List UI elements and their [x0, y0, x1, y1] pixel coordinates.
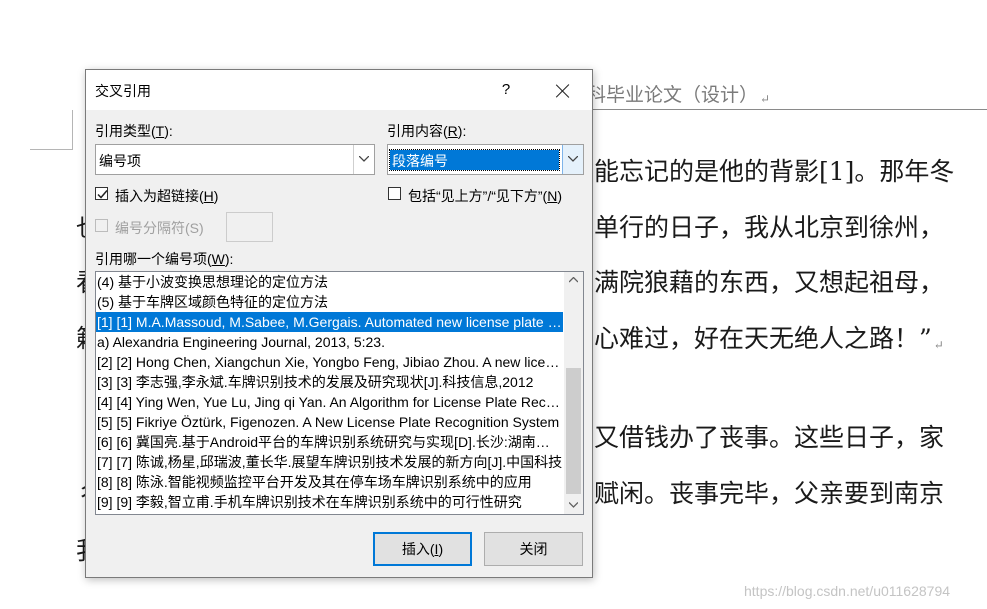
cross-reference-dialog: 交叉引用 ? 引用类型(T): 编号项 引用内容(R): 段落编号 插入为超链接… — [85, 69, 593, 578]
hyperlink-checkbox[interactable] — [95, 187, 108, 200]
dialog-titlebar[interactable]: 交叉引用 ? — [86, 70, 592, 110]
header-rule — [590, 109, 987, 110]
scroll-down-button[interactable] — [564, 497, 583, 514]
list-item[interactable]: [3] [3] 李志强,李永斌.车牌识别技术的发展及研究现状[J].科技信息,2… — [96, 372, 563, 392]
chevron-up-icon — [569, 277, 578, 283]
close-icon — [556, 84, 570, 98]
body-line: 满院狼藉的东西，又想起祖母， — [594, 268, 945, 297]
scroll-thumb[interactable] — [566, 368, 581, 494]
ref-content-select[interactable]: 段落编号 — [387, 144, 584, 175]
ref-content-value: 段落编号 — [389, 149, 560, 171]
separator-input[interactable] — [226, 212, 273, 242]
list-item[interactable]: [5] [5] Fikriye Öztürk, Figenozen. A New… — [96, 412, 563, 432]
close-button[interactable]: 关闭 — [484, 532, 583, 566]
help-button[interactable]: ? — [491, 76, 521, 104]
ref-type-select[interactable]: 编号项 — [95, 144, 375, 175]
insert-button[interactable]: 插入(I) — [373, 532, 472, 566]
numbered-items-list[interactable]: (4) 基于小波变换思想理论的定位方法 (5) 基于车牌区域颜色特征的定位方法 … — [95, 271, 584, 515]
list-item-selected[interactable]: [1] [1] M.A.Massoud, M.Sabee, M.Gergais.… — [96, 312, 563, 332]
list-item[interactable]: a) Alexandria Engineering Journal, 2013,… — [96, 332, 563, 352]
chevron-down-icon — [569, 502, 578, 508]
list-item[interactable]: (5) 基于车牌区域颜色特征的定位方法 — [96, 292, 563, 312]
ref-type-value: 编号项 — [99, 153, 141, 169]
list-item[interactable]: [7] [7] 陈诚,杨星,邱瑞波,董长华.展望车牌识别技术发展的新方向[J].… — [96, 452, 563, 472]
list-item[interactable]: [8] [8] 陈泳.智能视频监控平台开发及其在停车场车牌识别系统中的应用 — [96, 472, 563, 492]
chevron-down-icon — [568, 156, 578, 162]
list-item[interactable]: [6] [6] 冀国亮.基于Android平台的车牌识别系统研究与实现[D].长… — [96, 432, 563, 452]
above-below-checkbox[interactable] — [388, 187, 401, 200]
separator-checkbox[interactable] — [95, 219, 108, 232]
above-below-label[interactable]: 包括“见上方”/“见下方”(N) — [408, 186, 562, 206]
ref-type-label: 引用类型(T): — [95, 123, 173, 139]
chevron-down-icon — [359, 156, 369, 162]
separator-label: 编号分隔符(S) — [115, 220, 204, 236]
ref-content-dropdown-button[interactable] — [562, 145, 583, 174]
list-item[interactable]: (4) 基于小波变换思想理论的定位方法 — [96, 272, 563, 292]
body-line: 单行的日子，我从北京到徐州， — [594, 213, 945, 242]
which-item-label: 引用哪一个编号项(W): — [95, 251, 234, 267]
body-line: 能忘记的是他的背影[1]。那年冬 — [594, 157, 955, 186]
page-corner-mark — [30, 149, 73, 150]
body-line: 又借钱办了丧事。这些日子，家 — [594, 423, 945, 452]
checkmark-icon — [97, 190, 108, 199]
page-corner-mark — [72, 110, 73, 150]
ref-content-label: 引用内容(R): — [387, 123, 467, 139]
list-item[interactable]: [4] [4] Ying Wen, Yue Lu, Jing qi Yan. A… — [96, 392, 563, 412]
page-header: 科毕业论文（设计） ↵ — [587, 84, 771, 106]
scroll-up-button[interactable] — [564, 272, 583, 289]
ref-type-dropdown-button[interactable] — [353, 145, 374, 174]
list-item[interactable]: [2] [2] Hong Chen, Xiangchun Xie, Yongbo… — [96, 352, 563, 372]
body-line: 赋闲。丧事完毕，父亲要到南京 — [594, 479, 945, 508]
watermark: https://blog.csdn.net/u011628794 — [744, 583, 951, 599]
dialog-title: 交叉引用 — [95, 83, 151, 99]
body-line: 心难过，好在天无绝人之路！” ↵ — [594, 324, 944, 353]
hyperlink-label[interactable]: 插入为超链接(H) — [115, 186, 218, 206]
close-window-button[interactable] — [545, 76, 581, 104]
list-item[interactable]: [9] [9] 李毅,智立甫.手机车牌识别技术在车牌识别系统中的可行性研究 — [96, 492, 563, 512]
list-scrollbar[interactable] — [564, 272, 583, 514]
